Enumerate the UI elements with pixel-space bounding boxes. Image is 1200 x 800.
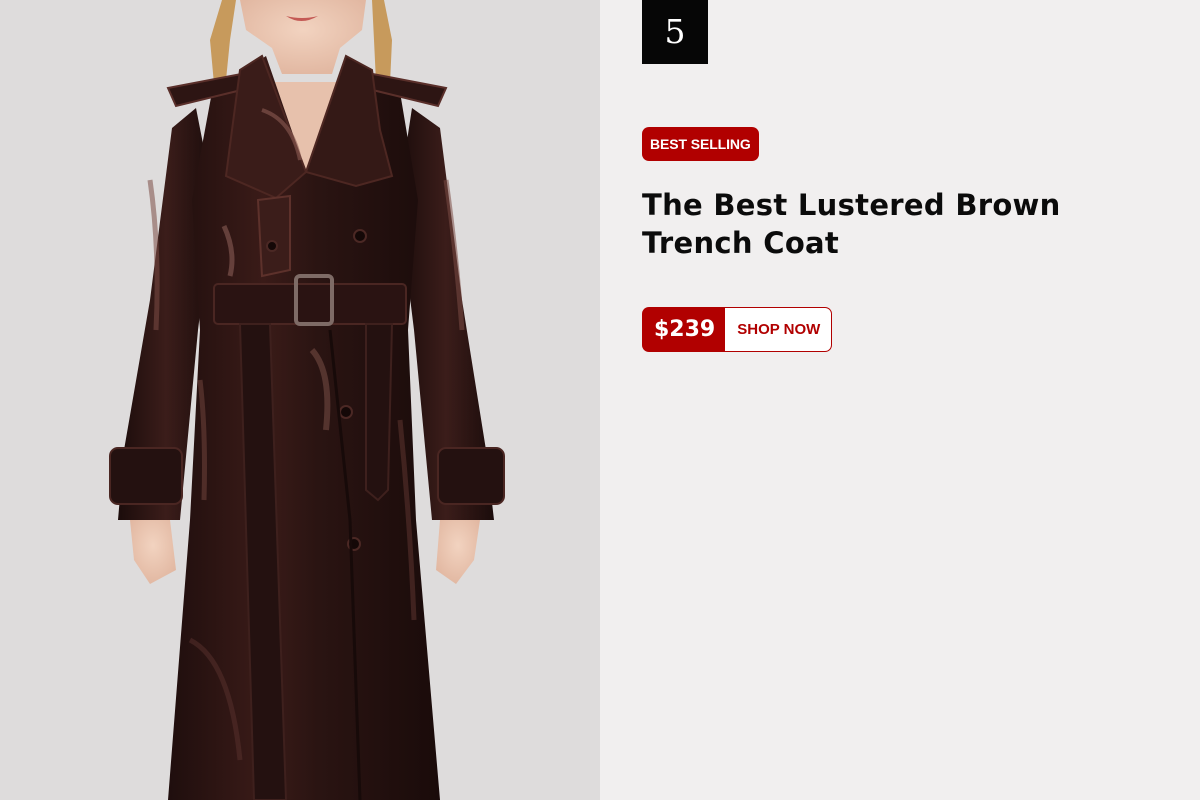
product-info-panel: 5 BEST SELLING The Best Lustered Brown T… (600, 0, 1200, 800)
price-cta-group: $239 SHOP NOW (642, 307, 833, 352)
product-photo (0, 0, 600, 800)
product-title-line-1: The Best Lustered Brown (642, 188, 1061, 222)
product-title: The Best Lustered Brown Trench Coat (642, 186, 1142, 262)
best-selling-badge: BEST SELLING (642, 127, 759, 161)
rank-number: 5 (642, 0, 708, 64)
product-title-line-2: Trench Coat (642, 226, 840, 260)
model-wearing-trench-coat-illustration (109, 0, 505, 800)
price-tag: $239 (642, 307, 726, 352)
shop-now-button[interactable]: SHOP NOW (725, 307, 833, 352)
